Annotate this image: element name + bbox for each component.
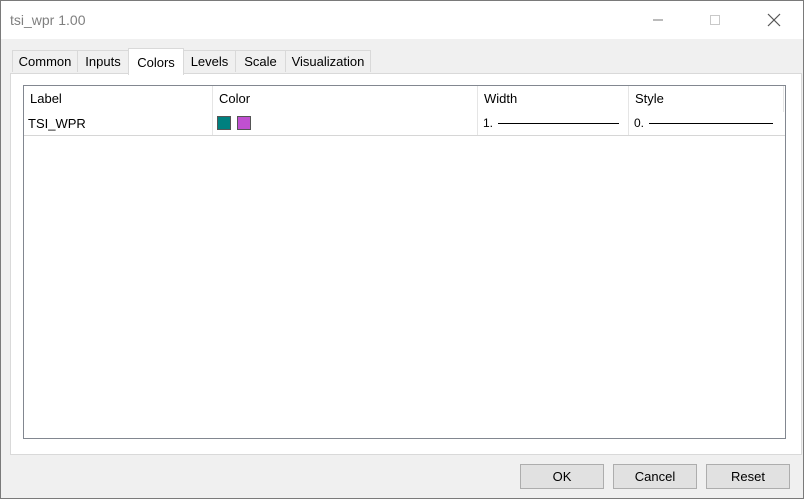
minimize-icon xyxy=(653,19,663,21)
column-header-width[interactable]: Width xyxy=(478,86,629,112)
window-title: tsi_wpr 1.00 xyxy=(10,12,86,28)
maximize-button[interactable] xyxy=(692,1,738,39)
row-width-cell[interactable]: 1. xyxy=(478,112,629,135)
close-icon xyxy=(767,13,781,27)
tab-scale[interactable]: Scale xyxy=(235,50,286,72)
close-button[interactable] xyxy=(751,1,797,39)
row-color-cell xyxy=(213,112,478,135)
column-header-label[interactable]: Label xyxy=(24,86,213,112)
style-line-sample xyxy=(649,123,773,124)
minimize-button[interactable] xyxy=(635,1,681,39)
maximize-icon xyxy=(710,15,720,25)
colors-list[interactable]: Label Color Width Style TSI_WPR 1. 0. xyxy=(23,85,786,439)
title-bar[interactable]: tsi_wpr 1.00 xyxy=(1,1,803,39)
reset-button[interactable]: Reset xyxy=(706,464,790,489)
row-label-cell: TSI_WPR xyxy=(24,112,213,135)
width-line-sample xyxy=(498,123,619,124)
properties-dialog: tsi_wpr 1.00 Common Inputs Colors Levels… xyxy=(0,0,804,499)
tab-visualization[interactable]: Visualization xyxy=(285,50,371,72)
tab-levels[interactable]: Levels xyxy=(183,50,236,72)
width-value: 1. xyxy=(483,116,494,130)
style-value: 0. xyxy=(634,116,645,130)
row-style-cell[interactable]: 0. xyxy=(629,112,784,135)
tab-inputs[interactable]: Inputs xyxy=(77,50,129,72)
tab-common[interactable]: Common xyxy=(12,50,78,72)
ok-button[interactable]: OK xyxy=(520,464,604,489)
column-header-style[interactable]: Style xyxy=(629,86,784,112)
color-swatch-1[interactable] xyxy=(217,116,231,130)
cancel-button[interactable]: Cancel xyxy=(613,464,697,489)
colors-panel: Label Color Width Style TSI_WPR 1. 0. xyxy=(10,73,802,455)
table-row[interactable]: TSI_WPR 1. 0. xyxy=(24,112,785,136)
list-header: Label Color Width Style xyxy=(24,86,785,112)
row-label: TSI_WPR xyxy=(28,116,86,131)
tab-colors[interactable]: Colors xyxy=(128,48,184,75)
column-header-color[interactable]: Color xyxy=(213,86,478,112)
color-swatch-2[interactable] xyxy=(237,116,251,130)
